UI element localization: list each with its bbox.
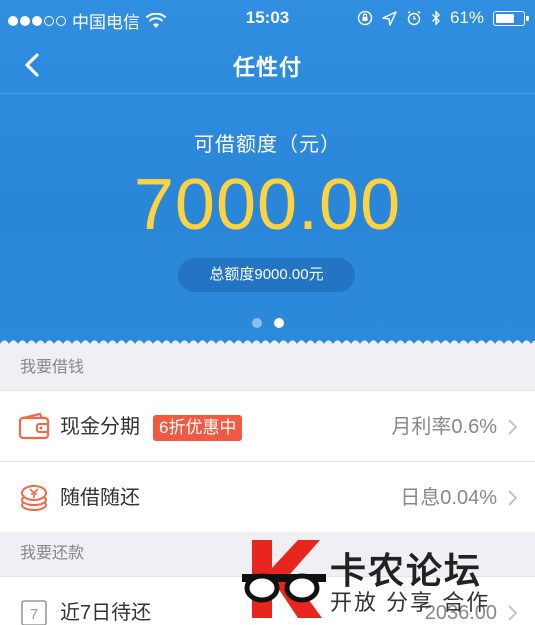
daily-interest-rate: 日息0.04% [400,487,497,509]
discount-badge: 6折优惠中 [153,415,243,441]
lock-rotation-icon [357,10,373,26]
alarm-icon [407,10,421,26]
available-credit-amount: 7000.00 [133,165,402,245]
row-title: 随借随还 [60,487,140,509]
page-dot-active[interactable] [273,318,284,328]
battery-icon [493,10,529,26]
section-header-borrow: 我要借钱 [0,346,535,390]
battery-percent: 61% [449,8,484,27]
location-icon [382,10,397,26]
chevron-right-icon [508,419,518,435]
calendar-7-icon: 7 [21,600,47,625]
screen: 中国电信 15:03 61% 任性付 可借额度（元） 7000.00 总额度90… [0,0,535,625]
calendar-day-number: 7 [30,606,38,623]
list-item-cash-installment[interactable]: 现金分期 6折优惠中 月利率0.6% [0,390,535,462]
wallet-icon [18,412,50,440]
navigation-bar: 任性付 [0,36,535,94]
watermark-subtitle: 开放 分享 合作 [330,590,491,615]
forum-watermark: 卡农论坛 开放 分享 合作 [238,530,535,625]
coin-stack-icon [21,485,47,511]
chevron-right-icon [508,490,518,506]
bluetooth-icon [431,10,440,26]
monthly-rate: 月利率0.6% [391,416,497,438]
page-title: 任性付 [232,55,302,80]
total-credit-limit: 总额度9000.00元 [178,258,355,292]
page-dot[interactable] [251,318,262,328]
header-panel: 中国电信 15:03 61% 任性付 可借额度（元） 7000.00 总额度90… [0,0,535,350]
available-credit-label: 可借额度（元） [194,134,341,156]
status-bar: 中国电信 15:03 61% [0,0,535,36]
row-title: 近7日待还 [60,602,152,624]
page-indicator[interactable] [0,318,535,328]
row-title: 现金分期 [60,416,140,438]
status-right: 61% [357,8,529,28]
watermark-logo-icon [242,540,326,618]
list-item-borrow-anytime[interactable]: 随借随还 日息0.04% [0,461,535,533]
